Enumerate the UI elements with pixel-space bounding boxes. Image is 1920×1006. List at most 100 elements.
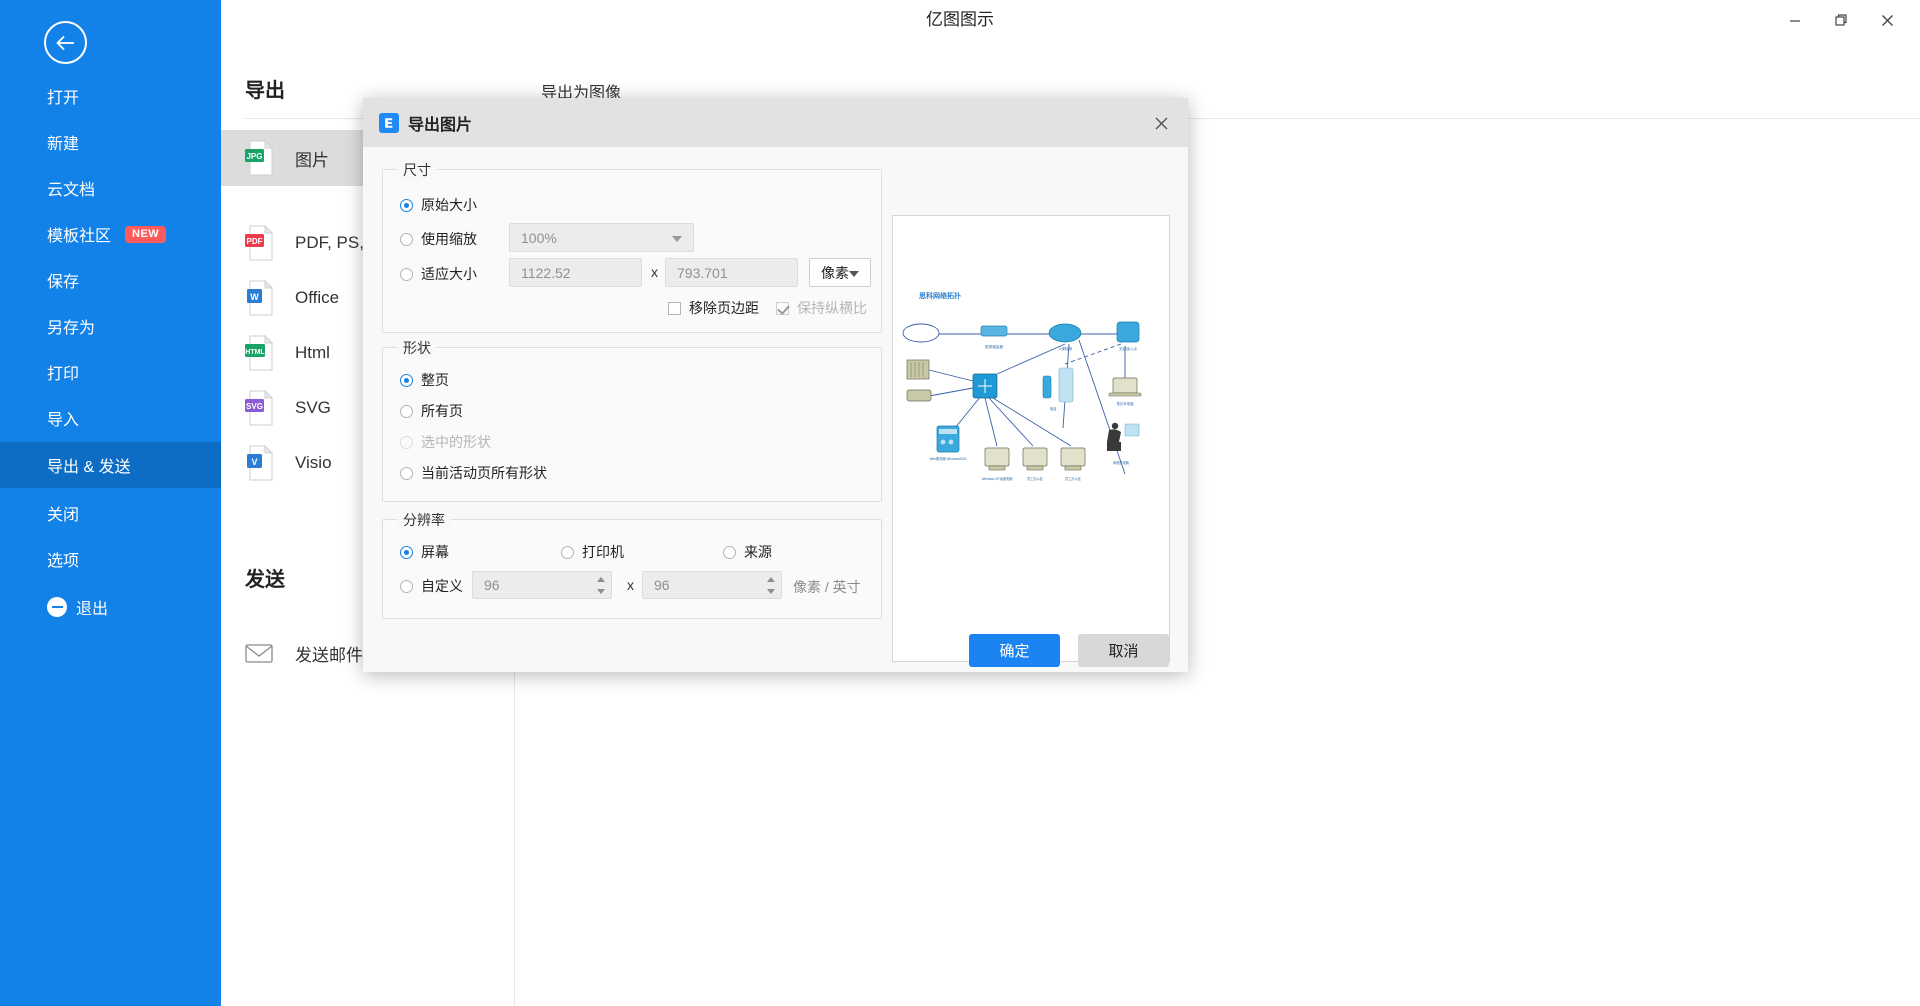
- scale-select[interactable]: 100%: [509, 223, 694, 252]
- shape-group: 形状 整页 所有页 选中的形状 当前活动页所有形状: [382, 338, 882, 502]
- radio-label: 适应大小: [421, 266, 477, 282]
- sidebar-item-options[interactable]: 选项: [0, 536, 221, 582]
- resolution-group-legend: 分辨率: [397, 510, 451, 530]
- stepper-arrows[interactable]: [591, 573, 610, 597]
- radio-dot: [400, 267, 413, 281]
- eddx-app-icon: [379, 112, 399, 133]
- scale-value: 100%: [521, 229, 557, 246]
- send-heading: 发送: [245, 569, 285, 591]
- stepper-up-icon[interactable]: [761, 573, 780, 585]
- radio-dot: [400, 404, 413, 418]
- dpi-y-value: 96: [654, 577, 670, 593]
- radio-label: 使用缩放: [421, 231, 477, 247]
- dpi-x-stepper[interactable]: 96: [472, 571, 612, 599]
- radio-label: 打印机: [582, 544, 624, 560]
- radio-dot: [561, 545, 574, 559]
- app-title: 亿图图示: [926, 10, 994, 29]
- svg-text:无线接入点: 无线接入点: [1119, 346, 1137, 351]
- radio-dot: [400, 232, 413, 246]
- radio-original-size[interactable]: 原始大小: [400, 195, 477, 215]
- file-type-label: Office: [295, 288, 340, 307]
- radio-whole-page[interactable]: 整页: [400, 370, 449, 390]
- window-controls: [1772, 0, 1910, 40]
- pdf-file-icon: PDF: [245, 224, 275, 261]
- radio-dot: [400, 545, 413, 559]
- ok-button[interactable]: 确定: [969, 634, 1060, 667]
- chevron-down-icon: [672, 235, 682, 242]
- file-type-label: 图片: [295, 150, 329, 170]
- stepper-arrows[interactable]: [761, 573, 780, 597]
- radio-screen[interactable]: 屏幕: [400, 542, 449, 562]
- radio-label: 所有页: [421, 403, 463, 419]
- sidebar-item-label: 新建: [47, 136, 80, 153]
- radio-dot: [400, 435, 413, 449]
- stepper-up-icon[interactable]: [591, 573, 610, 585]
- svg-text:笔记本电脑: 笔记本电脑: [1117, 401, 1135, 406]
- preview-diagram-title: 思科网络拓扑: [919, 291, 961, 300]
- minimize-icon[interactable]: [1772, 3, 1818, 37]
- svg-text:Web服务器 Windows2003: Web服务器 Windows2003: [930, 456, 967, 461]
- radio-printer[interactable]: 打印机: [561, 542, 624, 562]
- restore-icon[interactable]: [1818, 3, 1864, 37]
- sidebar-item-print[interactable]: 打印: [0, 349, 221, 395]
- checkbox-box: [668, 301, 681, 315]
- sidebar-item-exit[interactable]: 退出: [0, 584, 221, 630]
- sidebar-item-save[interactable]: 保存: [0, 257, 221, 303]
- stepper-down-icon[interactable]: [761, 585, 780, 597]
- sidebar-item-export-send[interactable]: 导出 & 发送: [0, 442, 221, 488]
- sidebar-item-template-community[interactable]: 模板社区 NEW: [0, 211, 221, 257]
- radio-use-scale[interactable]: 使用缩放: [400, 229, 477, 249]
- radio-fit-size[interactable]: 适应大小: [400, 264, 477, 284]
- sidebar-item-label: 打开: [47, 90, 80, 107]
- sidebar-item-open[interactable]: 打开: [0, 73, 221, 119]
- cancel-button[interactable]: 取消: [1078, 634, 1169, 667]
- radio-all-shapes-current-page[interactable]: 当前活动页所有形状: [400, 463, 547, 483]
- radio-custom-dpi[interactable]: 自定义: [400, 576, 463, 596]
- sidebar-item-import[interactable]: 导入: [0, 395, 221, 441]
- dpi-y-stepper[interactable]: 96: [642, 571, 782, 599]
- sidebar-item-label: 模板社区: [47, 228, 112, 245]
- sidebar-item-label: 导出 & 发送: [47, 459, 131, 476]
- close-icon[interactable]: [1148, 110, 1174, 136]
- radio-label: 当前活动页所有形状: [421, 465, 547, 481]
- office-file-icon: W: [245, 279, 275, 316]
- checkbox-keep-aspect-ratio: 保持纵横比: [776, 298, 867, 318]
- sidebar-item-close[interactable]: 关闭: [0, 490, 221, 536]
- width-input[interactable]: 1122.52: [509, 258, 642, 287]
- export-heading: 导出: [245, 80, 285, 102]
- svg-text:HTML: HTML: [245, 349, 265, 356]
- export-image-dialog: 导出图片 尺寸 原始大小 使用缩放 100% 适应大小 1122.52 x 79…: [363, 98, 1188, 672]
- svg-text:Windows XP桌面电脑: Windows XP桌面电脑: [982, 476, 1013, 481]
- radio-all-pages[interactable]: 所有页: [400, 401, 463, 421]
- radio-source[interactable]: 来源: [723, 542, 772, 562]
- close-icon[interactable]: [1864, 3, 1910, 37]
- sidebar-item-label: 保存: [47, 274, 80, 291]
- radio-label: 来源: [744, 544, 772, 560]
- sidebar-item-label: 另存为: [47, 320, 96, 337]
- height-value: 793.701: [677, 264, 728, 281]
- radio-dot: [400, 198, 413, 212]
- checkbox-remove-margin[interactable]: 移除页边距: [668, 298, 759, 318]
- send-item-label: 发送邮件: [295, 645, 363, 665]
- dialog-body: 尺寸 原始大小 使用缩放 100% 适应大小 1122.52 x 793.701…: [363, 147, 1188, 672]
- chevron-down-icon: [849, 270, 859, 277]
- radio-label: 屏幕: [421, 544, 449, 560]
- unit-value: 像素: [821, 264, 849, 281]
- html-file-icon: HTML: [245, 334, 275, 371]
- radio-label: 整页: [421, 372, 449, 388]
- dialog-title: 导出图片: [408, 116, 473, 134]
- sidebar-item-label: 导入: [47, 412, 80, 429]
- sidebar-item-save-as[interactable]: 另存为: [0, 303, 221, 349]
- back-arrow-icon[interactable]: [44, 21, 87, 64]
- sidebar-item-cloud-doc[interactable]: 云文档: [0, 165, 221, 211]
- dpi-unit-label: 像素 / 英寸: [793, 579, 861, 595]
- unit-select[interactable]: 像素: [809, 258, 871, 287]
- radio-dot: [723, 545, 736, 559]
- stepper-down-icon[interactable]: [591, 585, 610, 597]
- svg-text:电话: 电话: [1050, 406, 1057, 411]
- dimension-separator: x: [651, 264, 658, 280]
- height-input[interactable]: 793.701: [665, 258, 798, 287]
- shape-group-legend: 形状: [397, 338, 437, 358]
- sidebar-item-new[interactable]: 新建: [0, 119, 221, 165]
- title-bar: 亿图图示 AD: [0, 0, 1920, 65]
